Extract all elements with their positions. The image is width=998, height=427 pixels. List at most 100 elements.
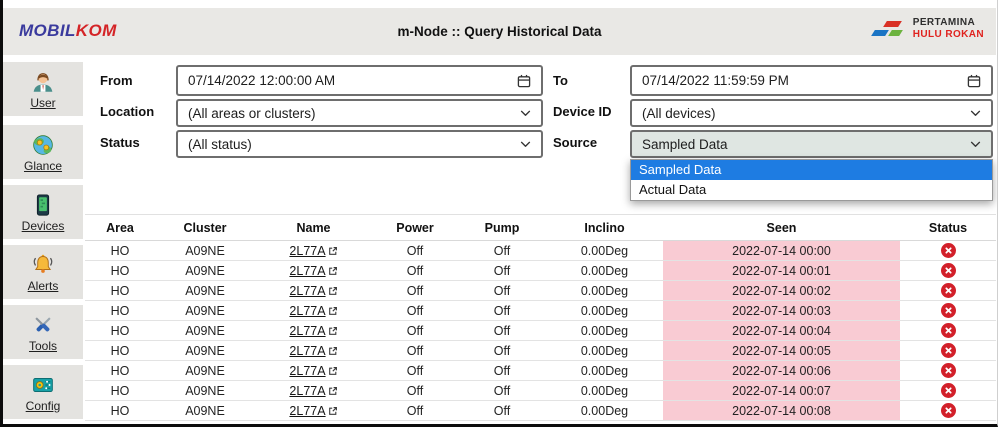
tools-icon xyxy=(30,312,56,338)
chevron-down-icon xyxy=(520,110,531,117)
cell-seen: 2022-07-14 00:01 xyxy=(663,261,900,281)
cell-power: Off xyxy=(372,401,458,421)
device-name-link[interactable]: 2L77A xyxy=(289,344,337,358)
cell-pump: Off xyxy=(458,301,546,321)
device-name-link[interactable]: 2L77A xyxy=(289,264,337,278)
sidebar-item-devices[interactable]: Devices xyxy=(3,185,83,239)
table-row: HO A09NE 2L77A Off Off 0.00Deg 2022-07-1… xyxy=(85,261,996,281)
cell-status xyxy=(900,261,996,281)
cell-inclino: 0.00Deg xyxy=(546,381,663,401)
calendar-icon[interactable] xyxy=(967,74,981,88)
device-selected-value: (All devices) xyxy=(642,106,716,121)
cell-pump: Off xyxy=(458,381,546,401)
device-name-link[interactable]: 2L77A xyxy=(289,364,337,378)
sidebar-item-alerts[interactable]: Alerts xyxy=(3,245,83,299)
source-select[interactable]: Sampled Data xyxy=(630,130,993,158)
device-name-link[interactable]: 2L77A xyxy=(289,304,337,318)
source-option-actual-data[interactable]: Actual Data xyxy=(631,180,992,200)
col-cluster: Cluster xyxy=(155,215,255,241)
cell-inclino: 0.00Deg xyxy=(546,241,663,261)
sidebar-item-user[interactable]: User xyxy=(3,62,83,116)
cell-name: 2L77A xyxy=(255,361,372,381)
device-name-link[interactable]: 2L77A xyxy=(289,384,337,398)
cell-status xyxy=(900,341,996,361)
cell-pump: Off xyxy=(458,361,546,381)
logo-line2: HULU ROKAN xyxy=(913,29,984,41)
sidebar-item-tools[interactable]: Tools xyxy=(3,305,83,359)
table-row: HO A09NE 2L77A Off Off 0.00Deg 2022-07-1… xyxy=(85,321,996,341)
header-bar: MOBILKOM m-Node :: Query Historical Data… xyxy=(3,8,996,55)
cell-name: 2L77A xyxy=(255,381,372,401)
external-link-icon xyxy=(328,366,338,376)
device-name-link[interactable]: 2L77A xyxy=(289,404,337,418)
sidebar-item-glance[interactable]: Glance xyxy=(3,125,83,179)
cell-inclino: 0.00Deg xyxy=(546,281,663,301)
to-label: To xyxy=(553,73,568,88)
cell-pump: Off xyxy=(458,401,546,421)
col-name: Name xyxy=(255,215,372,241)
historical-data-table: Area Cluster Name Power Pump Inclino See… xyxy=(85,214,996,421)
cell-cluster: A09NE xyxy=(155,381,255,401)
location-select[interactable]: (All areas or clusters) xyxy=(176,99,543,127)
calendar-icon[interactable] xyxy=(517,74,531,88)
cell-cluster: A09NE xyxy=(155,401,255,421)
cell-status xyxy=(900,321,996,341)
cell-seen: 2022-07-14 00:08 xyxy=(663,401,900,421)
cell-name: 2L77A xyxy=(255,281,372,301)
logo-line1: PERTAMINA xyxy=(913,17,984,29)
status-select[interactable]: (All status) xyxy=(176,130,543,158)
cell-area: HO xyxy=(85,381,155,401)
mobilkom-logo: MOBILKOM xyxy=(19,21,117,41)
cell-pump: Off xyxy=(458,321,546,341)
cell-name: 2L77A xyxy=(255,241,372,261)
cell-power: Off xyxy=(372,321,458,341)
table-row: HO A09NE 2L77A Off Off 0.00Deg 2022-07-1… xyxy=(85,401,996,421)
cell-power: Off xyxy=(372,361,458,381)
status-error-icon xyxy=(941,403,956,418)
pertamina-logo: PERTAMINA HULU ROKAN xyxy=(872,17,984,40)
to-datetime-input[interactable] xyxy=(642,73,967,88)
sidebar-label-devices: Devices xyxy=(22,219,65,233)
cell-seen: 2022-07-14 00:06 xyxy=(663,361,900,381)
sidebar-label-alerts: Alerts xyxy=(28,279,59,293)
to-datetime-field[interactable] xyxy=(630,65,993,96)
table-row: HO A09NE 2L77A Off Off 0.00Deg 2022-07-1… xyxy=(85,381,996,401)
bell-icon xyxy=(30,252,56,278)
cell-seen: 2022-07-14 00:00 xyxy=(663,241,900,261)
device-name-link[interactable]: 2L77A xyxy=(289,284,337,298)
table-row: HO A09NE 2L77A Off Off 0.00Deg 2022-07-1… xyxy=(85,341,996,361)
cell-status xyxy=(900,241,996,261)
source-selected-value: Sampled Data xyxy=(642,137,728,152)
cell-power: Off xyxy=(372,381,458,401)
device-select[interactable]: (All devices) xyxy=(630,99,993,127)
device-name-link[interactable]: 2L77A xyxy=(289,244,337,258)
sidebar-label-user: User xyxy=(30,96,55,110)
app-window: MOBILKOM m-Node :: Query Historical Data… xyxy=(0,0,998,427)
from-datetime-field[interactable] xyxy=(176,65,543,96)
device-name-link[interactable]: 2L77A xyxy=(289,324,337,338)
pertamina-mark-icon xyxy=(872,20,906,38)
external-link-icon xyxy=(328,326,338,336)
user-icon xyxy=(30,69,56,95)
table-row: HO A09NE 2L77A Off Off 0.00Deg 2022-07-1… xyxy=(85,301,996,321)
cell-inclino: 0.00Deg xyxy=(546,261,663,281)
cell-name: 2L77A xyxy=(255,321,372,341)
col-pump: Pump xyxy=(458,215,546,241)
cell-power: Off xyxy=(372,341,458,361)
source-label: Source xyxy=(553,135,597,150)
source-option-sampled-data[interactable]: Sampled Data xyxy=(631,160,992,180)
cell-seen: 2022-07-14 00:07 xyxy=(663,381,900,401)
brand-kom: KOM xyxy=(76,21,117,40)
cell-power: Off xyxy=(372,301,458,321)
from-datetime-input[interactable] xyxy=(188,73,517,88)
table-row: HO A09NE 2L77A Off Off 0.00Deg 2022-07-1… xyxy=(85,281,996,301)
cell-seen: 2022-07-14 00:05 xyxy=(663,341,900,361)
cell-pump: Off xyxy=(458,341,546,361)
cell-power: Off xyxy=(372,281,458,301)
brand-mobil: MOBIL xyxy=(19,21,76,40)
status-error-icon xyxy=(941,323,956,338)
cell-area: HO xyxy=(85,261,155,281)
sidebar-item-config[interactable]: Config xyxy=(3,365,83,419)
external-link-icon xyxy=(328,286,338,296)
cell-name: 2L77A xyxy=(255,341,372,361)
